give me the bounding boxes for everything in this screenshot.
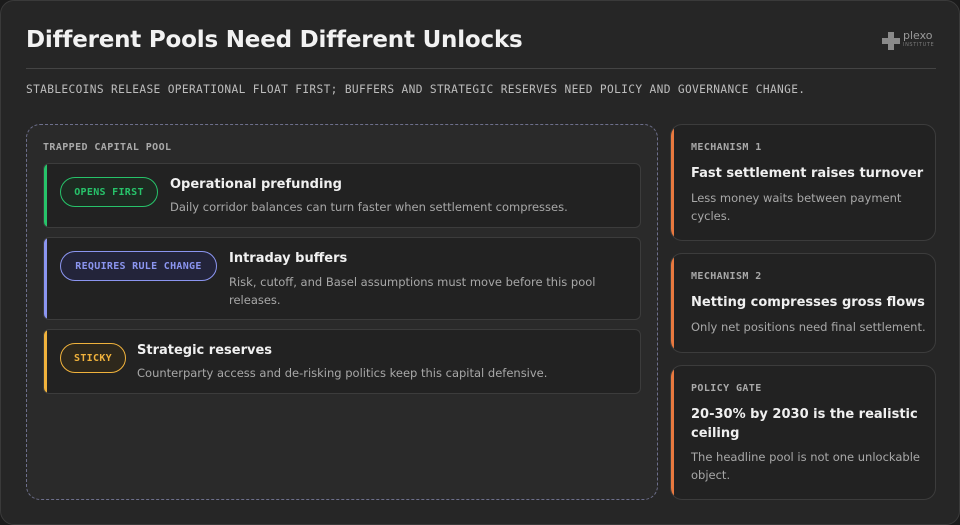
row-description: Daily corridor balances can turn faster …	[170, 200, 568, 214]
slide-frame: Different Pools Need Different Unlocks p…	[0, 0, 960, 525]
row-title: Operational prefunding	[170, 177, 342, 192]
mechanism-1-card: MECHANISM 1 Fast settlement raises turno…	[670, 124, 936, 241]
card-description: The headline pool is not one unlockable …	[691, 450, 920, 482]
card-description: Only net positions need final settlement…	[691, 320, 926, 334]
row-title: Strategic reserves	[137, 343, 273, 358]
header-divider	[26, 68, 936, 69]
card-label: MECHANISM 1	[691, 142, 762, 153]
status-badge-sticky: STICKY	[60, 343, 126, 373]
row-accent-bar	[44, 164, 47, 227]
page-title: Different Pools Need Different Unlocks	[26, 27, 523, 53]
card-accent-bar	[671, 254, 674, 352]
pool-row-operational-prefunding: OPENS FIRST Operational prefunding Daily…	[43, 163, 641, 228]
mechanism-2-card: MECHANISM 2 Netting compresses gross flo…	[670, 253, 936, 353]
pool-row-strategic-reserves: STICKY Strategic reserves Counterparty a…	[43, 329, 641, 394]
status-badge-opens-first: OPENS FIRST	[60, 177, 158, 207]
row-accent-bar	[44, 330, 47, 393]
status-badge-requires-rule-change: REQUIRES RULE CHANGE	[60, 251, 217, 281]
card-label: MECHANISM 2	[691, 271, 762, 282]
trapped-capital-pool-panel: TRAPPED CAPITAL POOL OPENS FIRST Operati…	[26, 124, 658, 500]
card-description: Less money waits between payment cycles.	[691, 191, 902, 223]
logo-wordmark: plexo	[903, 29, 933, 42]
card-accent-bar	[671, 125, 674, 240]
page-subtitle: STABLECOINS RELEASE OPERATIONAL FLOAT FI…	[26, 83, 806, 96]
row-description: Risk, cutoff, and Basel assumptions must…	[229, 275, 596, 307]
card-title: Fast settlement raises turnover	[691, 166, 924, 181]
logo-subtitle: INSTITUTE	[903, 42, 935, 48]
card-title: 20-30% by 2030 is the realistic ceiling	[691, 407, 918, 441]
row-accent-bar	[44, 238, 47, 319]
card-title: Netting compresses gross flows	[691, 295, 925, 310]
plus-logo-icon	[882, 32, 900, 50]
pool-label: TRAPPED CAPITAL POOL	[43, 142, 172, 153]
card-accent-bar	[671, 366, 674, 499]
policy-gate-card: POLICY GATE 20-30% by 2030 is the realis…	[670, 365, 936, 500]
pool-row-intraday-buffers: REQUIRES RULE CHANGE Intraday buffers Ri…	[43, 237, 641, 320]
card-label: POLICY GATE	[691, 383, 762, 394]
row-title: Intraday buffers	[229, 251, 348, 266]
brand-logo: plexo INSTITUTE	[882, 29, 942, 51]
row-description: Counterparty access and de-risking polit…	[137, 366, 548, 380]
